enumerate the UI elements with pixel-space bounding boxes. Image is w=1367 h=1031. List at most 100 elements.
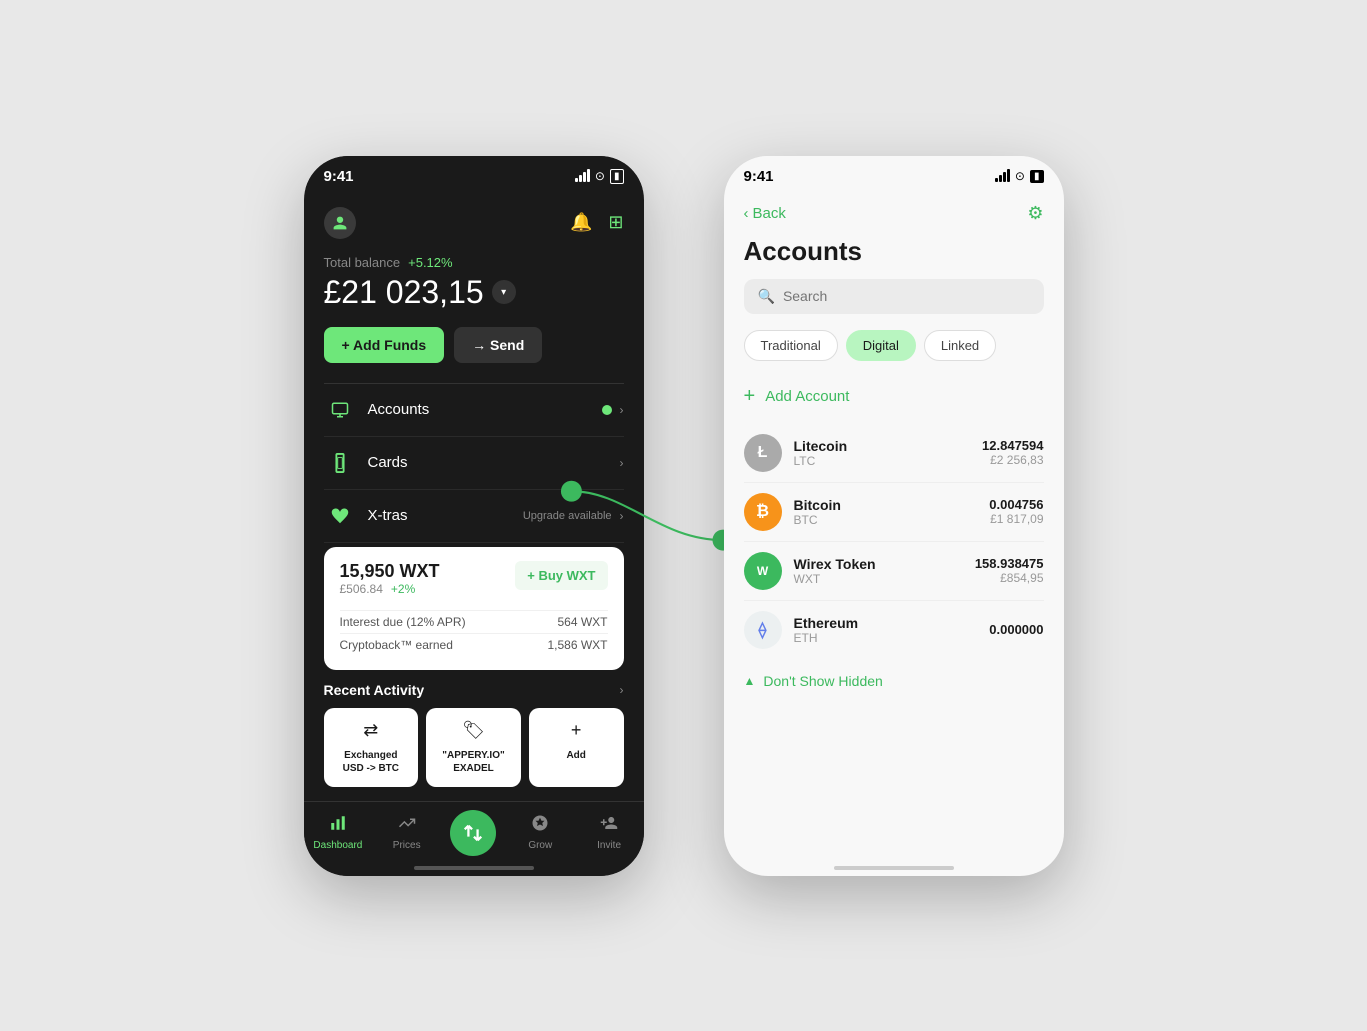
wxt-sub: £506.84 +2%	[340, 582, 440, 596]
bottom-nav-left: Dashboard Prices Grow In	[304, 801, 644, 876]
wifi-icon-right: ⊙	[1015, 169, 1025, 183]
recent-chevron-icon[interactable]: ›	[620, 683, 624, 697]
ethereum-amounts: 0.000000	[989, 622, 1043, 637]
invite-label: Invite	[597, 840, 621, 851]
menu-item-accounts[interactable]: Accounts ›	[324, 384, 624, 437]
xtras-right: Upgrade available ›	[523, 509, 624, 523]
wxt-name: Wirex Token	[794, 556, 975, 572]
bitcoin-fiat: £1 817,09	[989, 512, 1043, 526]
account-item-wxt[interactable]: W Wirex Token WXT 158.938475 £854,95	[744, 542, 1044, 601]
litecoin-symbol: LTC	[794, 454, 983, 468]
accounts-label: Accounts	[368, 401, 602, 418]
chevron-left-icon: ‹	[744, 205, 749, 222]
balance-amount: £21 023,15 ▾	[324, 274, 624, 311]
signal-icon	[575, 170, 590, 182]
activity-card-appery[interactable]: 🏷 "APPERY.IO" EXADEL	[426, 708, 521, 787]
prices-label: Prices	[393, 840, 421, 851]
activity-card-exchange[interactable]: ⇄ Exchanged USD -> BTC	[324, 708, 419, 787]
right-top-nav: ‹ Back ⚙	[744, 199, 1044, 236]
send-button[interactable]: → Send	[454, 327, 542, 363]
transfer-button[interactable]	[450, 810, 496, 856]
action-buttons: + Add Funds → Send	[324, 327, 624, 363]
xtras-chevron: ›	[620, 509, 624, 523]
balance-section: Total balance +5.12% £21 023,15 ▾	[324, 255, 624, 327]
dashboard-label: Dashboard	[313, 840, 362, 851]
bell-icon[interactable]: 🔔	[570, 212, 592, 233]
nav-prices[interactable]: Prices	[382, 814, 432, 851]
search-input[interactable]	[783, 288, 1030, 304]
dont-show-hidden-button[interactable]: ▲ Don't Show Hidden	[744, 659, 1044, 693]
menu-item-xtras[interactable]: X-tras Upgrade available ›	[324, 490, 624, 543]
xtras-icon	[324, 504, 356, 528]
battery-icon: ▮	[610, 169, 624, 184]
ethereum-symbol: ETH	[794, 631, 990, 645]
gear-icon[interactable]: ⚙	[1027, 203, 1043, 224]
battery-icon-right: ▮	[1030, 170, 1044, 183]
bitcoin-symbol: BTC	[794, 513, 990, 527]
litecoin-fiat: £2 256,83	[982, 453, 1043, 467]
accounts-icon	[324, 398, 356, 422]
menu-list: Accounts › Cards ›	[324, 383, 624, 543]
scan-icon[interactable]: ⊞	[608, 212, 623, 233]
recent-header: Recent Activity ›	[324, 682, 624, 698]
tab-digital[interactable]: Digital	[846, 330, 916, 361]
cards-icon	[324, 451, 356, 475]
wxt-fiat: £854,95	[975, 571, 1044, 585]
add-icon: +	[571, 720, 582, 741]
wxt-row-cryptoback: Cryptoback™ earned 1,586 WXT	[340, 633, 608, 656]
activity-card-add[interactable]: + Add	[529, 708, 624, 787]
balance-label: Total balance +5.12%	[324, 255, 624, 270]
eth-icon: ⟠	[744, 611, 782, 649]
appery-label: "APPERY.IO" EXADEL	[438, 749, 509, 775]
signal-icon-right	[995, 170, 1010, 182]
balance-chevron-icon[interactable]: ▾	[492, 280, 516, 304]
time-left: 9:41	[324, 168, 354, 185]
nav-dashboard[interactable]: Dashboard	[313, 814, 363, 851]
nav-grow[interactable]: Grow	[515, 814, 565, 851]
back-button[interactable]: ‹ Back	[744, 205, 786, 222]
menu-item-cards[interactable]: Cards ›	[324, 437, 624, 490]
buy-wxt-button[interactable]: + Buy WXT	[515, 561, 607, 590]
tab-linked[interactable]: Linked	[924, 330, 996, 361]
wxt-coin-icon: W	[744, 552, 782, 590]
add-funds-button[interactable]: + Add Funds	[324, 327, 445, 363]
wifi-icon: ⊙	[595, 169, 605, 183]
btc-icon: ₿	[744, 493, 782, 531]
accounts-right: ›	[602, 403, 624, 417]
connection-arrow	[0, 156, 1367, 876]
cards-chevron: ›	[620, 456, 624, 470]
search-icon: 🔍	[758, 288, 775, 305]
bitcoin-amounts: 0.004756 £1 817,09	[989, 497, 1043, 526]
account-item-litecoin[interactable]: Ł Litecoin LTC 12.847594 £2 256,83	[744, 424, 1044, 483]
wxt-crypto: 158.938475	[975, 556, 1044, 571]
tab-traditional[interactable]: Traditional	[744, 330, 838, 361]
invite-icon	[600, 814, 618, 837]
cards-label: Cards	[368, 454, 620, 471]
bitcoin-crypto: 0.004756	[989, 497, 1043, 512]
search-bar[interactable]: 🔍	[744, 279, 1044, 314]
litecoin-name: Litecoin	[794, 438, 983, 454]
bitcoin-name: Bitcoin	[794, 497, 990, 513]
add-label: Add	[566, 749, 585, 762]
home-indicator-right	[834, 866, 954, 870]
top-nav-icons: 🔔 ⊞	[570, 212, 624, 233]
grow-label: Grow	[528, 840, 552, 851]
litecoin-crypto: 12.847594	[982, 438, 1043, 453]
xtras-label: X-tras	[368, 507, 523, 524]
tag-icon: 🏷	[462, 720, 485, 741]
nav-invite[interactable]: Invite	[584, 814, 634, 851]
avatar[interactable]	[324, 207, 356, 239]
dont-show-label: Don't Show Hidden	[763, 673, 882, 689]
recent-title: Recent Activity	[324, 682, 425, 698]
wxt-card-top: 15,950 WXT £506.84 +2% + Buy WXT	[340, 561, 608, 606]
add-account-button[interactable]: + Add Account	[744, 379, 1044, 424]
dashboard-icon	[329, 814, 347, 837]
litecoin-amounts: 12.847594 £2 256,83	[982, 438, 1043, 467]
upgrade-badge: Upgrade available	[523, 510, 612, 522]
ethereum-name: Ethereum	[794, 615, 990, 631]
add-account-label: Add Account	[765, 388, 849, 405]
account-item-bitcoin[interactable]: ₿ Bitcoin BTC 0.004756 £1 817,09	[744, 483, 1044, 542]
home-indicator-left	[414, 866, 534, 870]
exchange-label: Exchanged USD -> BTC	[336, 749, 407, 775]
account-item-ethereum[interactable]: ⟠ Ethereum ETH 0.000000	[744, 601, 1044, 659]
